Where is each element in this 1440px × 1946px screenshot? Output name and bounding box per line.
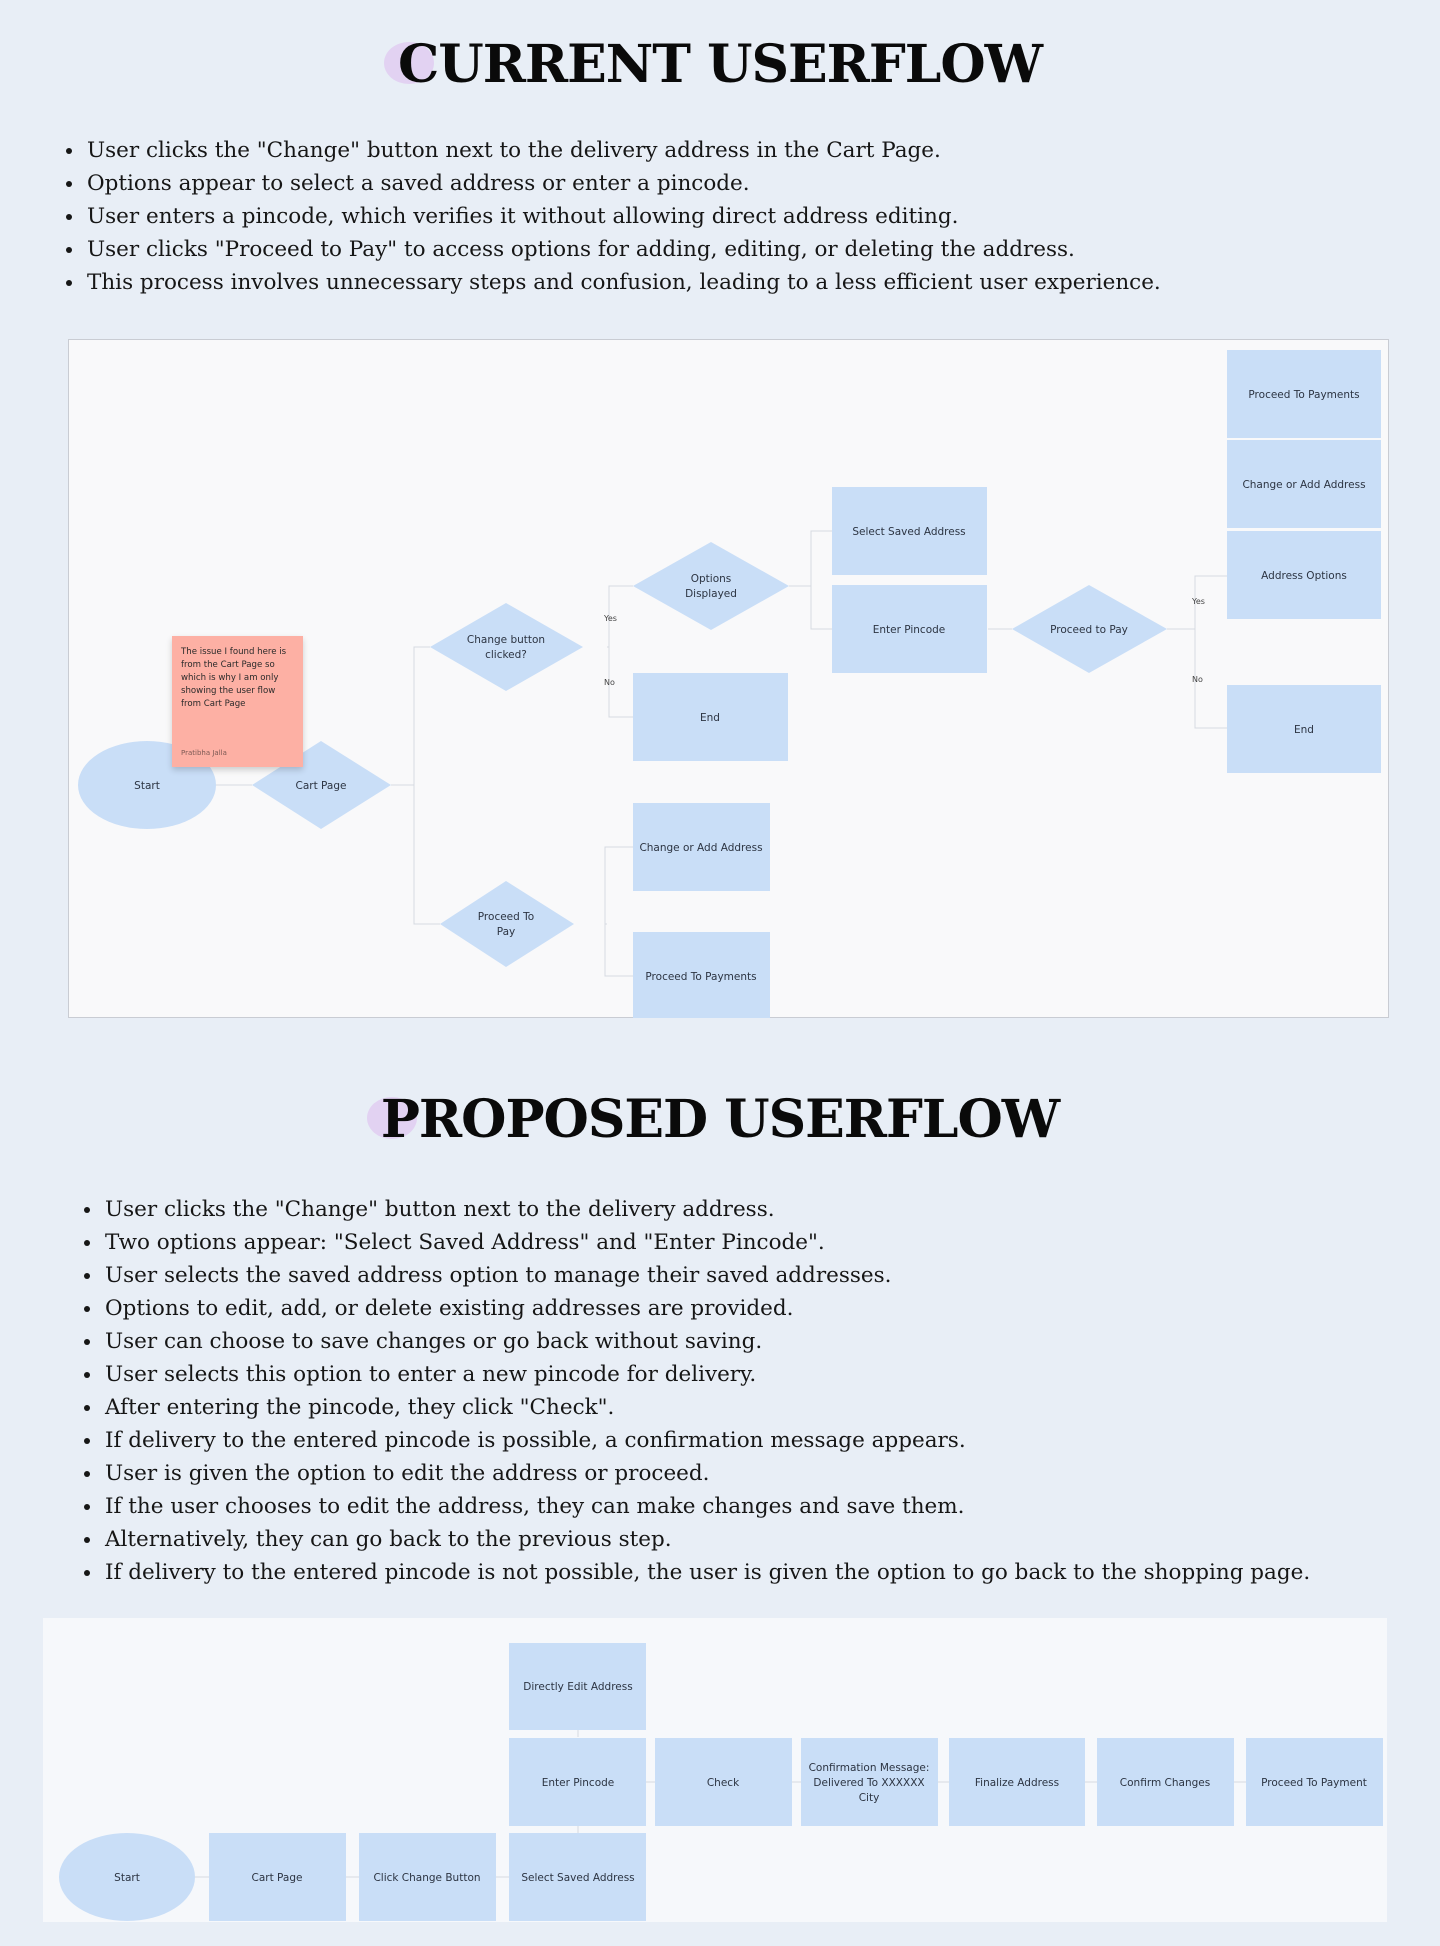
proceed-to-payments-bottom-label: Proceed To Payments	[645, 971, 756, 983]
proposed-flow-diagram: Start Cart Page Click Change Button Sele…	[43, 1618, 1387, 1922]
finalize-address-label: Finalize Address	[975, 1777, 1059, 1789]
confirmation-message-label-line2: Delivered To XXXXXX	[813, 1777, 924, 1789]
select-saved-address-label: Select Saved Address	[852, 526, 965, 538]
current-bullet-list: User clicks the "Change" button next to …	[56, 134, 1161, 299]
list-item: This process involves unnecessary steps …	[85, 266, 1161, 299]
proceed-to-pay-bottom-label-line1: Proceed To	[478, 911, 534, 923]
proceed-to-pay-bottom-label-line2: Pay	[497, 926, 516, 938]
list-item: Alternatively, they can go back to the p…	[103, 1523, 1310, 1556]
sticky-note[interactable]: The issue I found here is from the Cart …	[172, 636, 303, 767]
proposed-flow-svg: Start Cart Page Click Change Button Sele…	[59, 1643, 1383, 1921]
change-clicked-label-line2: clicked?	[485, 649, 527, 661]
list-item: User clicks "Proceed to Pay" to access o…	[85, 233, 1161, 266]
sticky-note-text: The issue I found here is from the Cart …	[181, 647, 287, 709]
list-item: If the user chooses to edit the address,…	[103, 1490, 1310, 1523]
list-item: User selects this option to enter a new …	[103, 1358, 1310, 1391]
proceed-to-payment-label: Proceed To Payment	[1261, 1777, 1367, 1789]
start-label: Start	[114, 1872, 140, 1884]
select-saved-address-label: Select Saved Address	[521, 1872, 634, 1884]
enter-pincode-label: Enter Pincode	[873, 624, 946, 636]
current-userflow-title: CURRENT USERFLOW	[0, 34, 1440, 95]
list-item: Options appear to select a saved address…	[85, 167, 1161, 200]
list-item: Two options appear: "Select Saved Addres…	[103, 1226, 1310, 1259]
list-item: After entering the pincode, they click "…	[103, 1391, 1310, 1424]
end-label: End	[1294, 724, 1314, 736]
yes-label: Yes	[603, 614, 617, 623]
proceed-to-pay-label: Proceed to Pay	[1050, 624, 1128, 636]
options-displayed-decision	[633, 542, 789, 630]
list-item: If delivery to the entered pincode is no…	[103, 1556, 1310, 1589]
change-or-add-address-label: Change or Add Address	[1242, 479, 1365, 491]
options-displayed-label-line2: Displayed	[685, 588, 737, 600]
start-label: Start	[134, 780, 160, 792]
cart-page-label: Cart Page	[296, 780, 347, 792]
yes-label: Yes	[1191, 597, 1205, 606]
sticky-note-author: Pratibha Jalla	[181, 749, 227, 757]
options-displayed-label-line1: Options	[691, 573, 732, 585]
end-label: End	[700, 712, 720, 724]
cart-page-label: Cart Page	[252, 1872, 303, 1884]
proposed-userflow-title: PROPOSED USERFLOW	[0, 1089, 1440, 1150]
check-label: Check	[707, 1777, 740, 1789]
click-change-button-label: Click Change Button	[373, 1872, 480, 1884]
list-item: User selects the saved address option to…	[103, 1259, 1310, 1292]
list-item: User clicks the "Change" button next to …	[85, 134, 1161, 167]
list-item: User is given the option to edit the add…	[103, 1457, 1310, 1490]
change-or-add-address-bottom-label: Change or Add Address	[639, 842, 762, 854]
list-item: Options to edit, add, or delete existing…	[103, 1292, 1310, 1325]
no-label: No	[1192, 675, 1203, 684]
enter-pincode-label: Enter Pincode	[542, 1777, 615, 1789]
list-item: If delivery to the entered pincode is po…	[103, 1424, 1310, 1457]
change-clicked-decision	[430, 603, 583, 691]
list-item: User enters a pincode, which verifies it…	[85, 200, 1161, 233]
current-flow-diagram: Start Cart Page Change button clicked? Y…	[68, 339, 1389, 1018]
confirmation-message-label-line3: City	[859, 1792, 880, 1804]
list-item: User clicks the "Change" button next to …	[103, 1193, 1310, 1226]
change-clicked-label-line1: Change button	[467, 634, 545, 646]
proceed-to-pay-bottom-decision	[440, 881, 574, 967]
confirmation-message-label-line1: Confirmation Message:	[809, 1762, 930, 1774]
directly-edit-address-label: Directly Edit Address	[523, 1681, 632, 1693]
proposed-bullet-list: User clicks the "Change" button next to …	[74, 1193, 1310, 1589]
list-item: User can choose to save changes or go ba…	[103, 1325, 1310, 1358]
confirm-changes-label: Confirm Changes	[1120, 1777, 1210, 1789]
no-label: No	[604, 678, 615, 687]
proceed-to-payments-label: Proceed To Payments	[1248, 389, 1359, 401]
address-options-label: Address Options	[1261, 570, 1347, 582]
